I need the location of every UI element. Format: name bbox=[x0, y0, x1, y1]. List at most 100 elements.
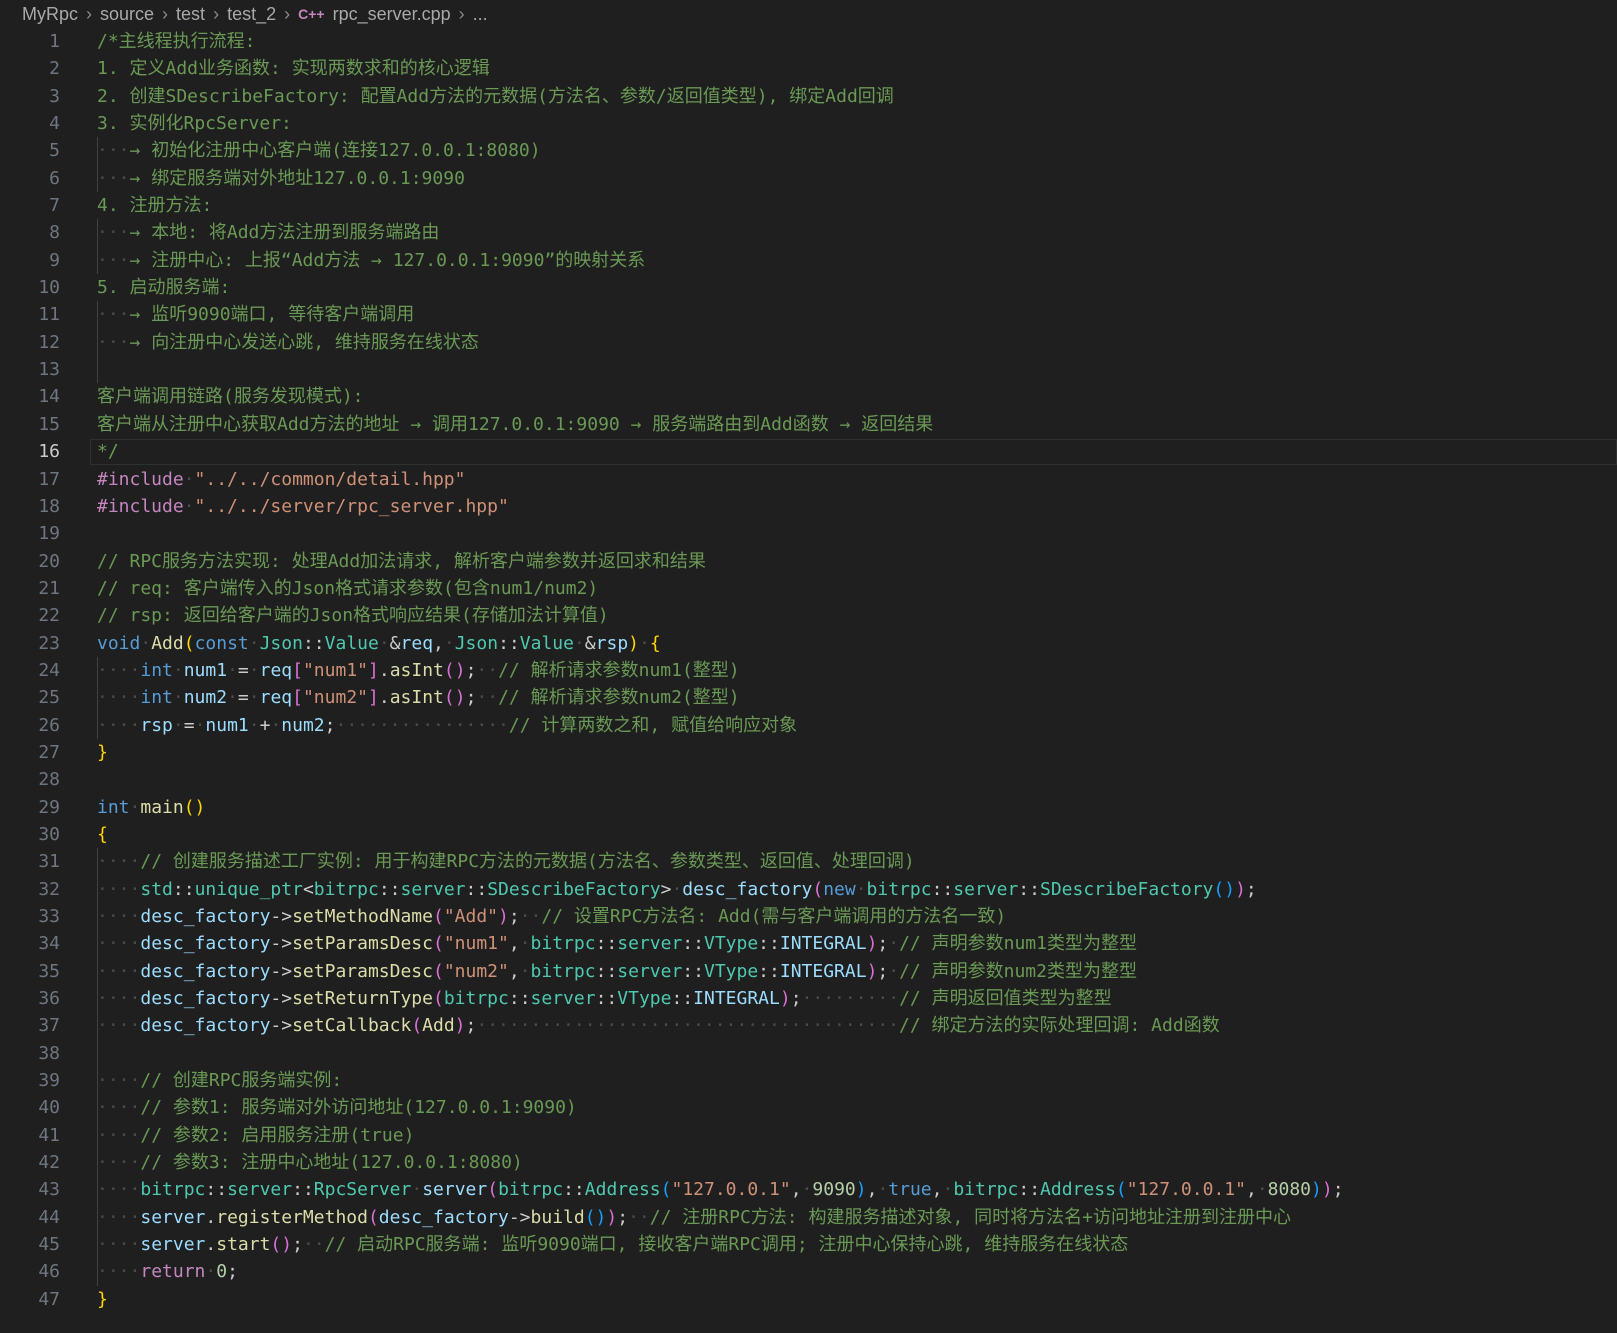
code-line[interactable]: 23 void·Add(const·Json::Value·&req,·Json:… bbox=[0, 630, 1617, 657]
line-number: 8 bbox=[49, 222, 60, 244]
code-line[interactable]: 18 #include·"../../server/rpc_server.hpp" bbox=[0, 493, 1617, 520]
identifier: req bbox=[259, 687, 293, 709]
code-line[interactable]: 6 ···→ 绑定服务端对外地址127.0.0.1:9090 bbox=[0, 164, 1617, 193]
whitespace-marker: · bbox=[639, 632, 650, 654]
code-line[interactable]: 12 ···→ 向注册中心发送心跳, 维持服务在线状态 bbox=[0, 328, 1617, 357]
code-line[interactable]: 33 ····desc_factory->setMethodName("Add")… bbox=[0, 903, 1617, 931]
code-line[interactable]: 2 1. 定义Add业务函数: 实现两数求和的核心逻辑 bbox=[0, 55, 1617, 82]
bracket: ( bbox=[487, 1179, 499, 1201]
comment: 5. 启动服务端: bbox=[97, 277, 231, 299]
code-line[interactable]: 46 ····return·0; bbox=[0, 1258, 1617, 1286]
line-number: 3 bbox=[49, 85, 60, 107]
punctuation: :: bbox=[595, 988, 618, 1010]
identifier: num1 bbox=[183, 659, 228, 681]
code-content: } bbox=[97, 739, 108, 766]
code-line[interactable]: 19 bbox=[0, 520, 1617, 547]
code-line[interactable]: 24 ····int·num1·=·req["num1"].asInt();··/… bbox=[0, 656, 1617, 685]
whitespace-marker: · bbox=[205, 1261, 217, 1283]
whitespace-marker: · bbox=[519, 960, 531, 982]
code-line[interactable]: 1 /*主线程执行流程: bbox=[0, 28, 1617, 55]
code-line[interactable]: 11 ···→ 监听9090端口, 等待客户端调用 bbox=[0, 301, 1617, 329]
code-line[interactable]: 32 ····std::unique_ptr<bitrpc::server::SD… bbox=[0, 875, 1617, 903]
code-line[interactable]: 22 // rsp: 返回给客户端的Json格式响应结果(存储加法计算值) bbox=[0, 602, 1617, 629]
code-line[interactable]: 16 */ bbox=[0, 438, 1617, 465]
whitespace-marker: · bbox=[248, 714, 260, 736]
string-literal: "127.0.0.1" bbox=[671, 1179, 791, 1201]
type-name: bitrpc bbox=[140, 1179, 206, 1201]
comment: // 创建服务描述工厂实例: 用于构建RPC方法的元数据(方法名、参数类型、返回… bbox=[140, 851, 915, 873]
code-line[interactable]: 21 // req: 客户端传入的Json格式请求参数(包含num1/num2) bbox=[0, 575, 1617, 602]
bracket: ( bbox=[432, 960, 444, 982]
identifier: INTEGRAL bbox=[779, 933, 867, 955]
code-line[interactable]: 45 ····server.start();··// 启动RPC服务端: 监听90… bbox=[0, 1231, 1617, 1259]
code-line[interactable]: 36 ····desc_factory->setReturnType(bitrpc… bbox=[0, 985, 1617, 1013]
bracket: ) bbox=[1321, 1179, 1333, 1201]
code-line[interactable]: 9 ···→ 注册中心: 上报“Add方法 → 127.0.0.1:9090”的映… bbox=[0, 246, 1617, 275]
comment: 客户端从注册中心获取Add方法的地址 → 调用127.0.0.1:9090 → … bbox=[97, 413, 934, 435]
bracket: ) bbox=[628, 632, 639, 654]
code-line[interactable]: 30 { bbox=[0, 821, 1617, 848]
punctuation: -> bbox=[270, 988, 293, 1010]
cpp-file-icon: C++ bbox=[298, 6, 325, 22]
type-name: bitrpc bbox=[530, 960, 596, 982]
code-line[interactable]: 44 ····server.registerMethod(desc_factory… bbox=[0, 1203, 1617, 1232]
breadcrumb-item-test[interactable]: test bbox=[176, 4, 205, 25]
code-line[interactable]: 27} bbox=[0, 739, 1617, 766]
breadcrumb-item-symbols[interactable]: ... bbox=[473, 4, 488, 25]
identifier: desc_factory bbox=[682, 878, 813, 900]
code-line[interactable]: 15 客户端从注册中心获取Add方法的地址 → 调用127.0.0.1:9090 … bbox=[0, 411, 1617, 438]
code-line[interactable]: 4 3. 实例化RpcServer: bbox=[0, 110, 1617, 137]
punctuation: -> bbox=[270, 933, 293, 955]
line-number: 41 bbox=[38, 1124, 60, 1146]
comment: /*主线程执行流程: bbox=[97, 31, 256, 52]
punctuation: :: bbox=[671, 988, 694, 1010]
code-line[interactable]: 5 ···→ 初始化注册中心客户端(连接127.0.0.1:8080) bbox=[0, 137, 1617, 165]
line-number: 42 bbox=[38, 1152, 60, 1174]
code-line[interactable]: 13 bbox=[0, 356, 1617, 384]
code-line[interactable]: 29 int·main() bbox=[0, 794, 1617, 821]
code-line[interactable]: 38 bbox=[0, 1039, 1617, 1068]
punctuation: ; bbox=[877, 933, 889, 955]
code-line[interactable]: 31 ····// 创建服务描述工厂实例: 用于构建RPC方法的元数据(方法名、参… bbox=[0, 848, 1617, 876]
identifier: desc_factory bbox=[140, 960, 271, 982]
punctuation: :: bbox=[758, 933, 780, 955]
code-content: ····desc_factory->setCallback(Add);·····… bbox=[97, 1012, 1220, 1039]
code-line[interactable]: 34 ····desc_factory->setParamsDesc("num1"… bbox=[0, 930, 1617, 958]
code-line[interactable]: 35 ····desc_factory->setParamsDesc("num2"… bbox=[0, 957, 1617, 986]
code-content: // req: 客户端传入的Json格式请求参数(包含num1/num2) bbox=[97, 575, 598, 602]
comment: // 参数2: 启用服务注册(true) bbox=[140, 1124, 415, 1146]
code-line[interactable]: 10 5. 启动服务端: bbox=[0, 274, 1617, 301]
punctuation: :: bbox=[931, 878, 954, 900]
whitespace-marker: · bbox=[172, 687, 184, 709]
code-content: void·Add(const·Json::Value·&req,·Json::V… bbox=[97, 630, 661, 657]
code-line[interactable]: 40 ····// 参数1: 服务端对外访问地址(127.0.0.1:9090) bbox=[0, 1094, 1617, 1122]
code-content: ····server.start();··// 启动RPC服务端: 监听9090… bbox=[97, 1231, 1128, 1258]
code-line[interactable]: 26 ····rsp·=·num1·+·num2;················… bbox=[0, 711, 1617, 739]
code-line[interactable]: 20 // RPC服务方法实现: 处理Add加法请求, 解析客户端参数并返回求和结… bbox=[0, 548, 1617, 575]
bracket: ] bbox=[368, 659, 379, 681]
breadcrumb-item-source[interactable]: source bbox=[100, 4, 154, 25]
code-line[interactable]: 14 客户端调用链路(服务发现模式): bbox=[0, 383, 1617, 410]
line-number: 39 bbox=[38, 1070, 60, 1092]
code-line[interactable]: 7 4. 注册方法: bbox=[0, 192, 1617, 219]
code-line[interactable]: 8 ···→ 本地: 将Add方法注册到服务端路由 bbox=[0, 219, 1617, 247]
code-line[interactable]: 25 ····int·num2·=·req["num2"].asInt();··/… bbox=[0, 684, 1617, 712]
code-line[interactable]: 39 ····// 创建RPC服务端实例: bbox=[0, 1067, 1617, 1095]
string-literal: "num1" bbox=[443, 933, 509, 955]
breadcrumb-item-project[interactable]: MyRpc bbox=[22, 4, 78, 25]
code-line[interactable]: 42 ····// 参数3: 注册中心地址(127.0.0.1:8080) bbox=[0, 1149, 1617, 1177]
code-line[interactable]: 47} bbox=[0, 1286, 1617, 1313]
breadcrumb-item-test-2[interactable]: test_2 bbox=[227, 4, 276, 25]
code-line[interactable]: 43 ····bitrpc::server::RpcServer·server(b… bbox=[0, 1176, 1617, 1204]
code-line[interactable]: 41 ····// 参数2: 启用服务注册(true) bbox=[0, 1121, 1617, 1150]
code-line[interactable]: 28 bbox=[0, 766, 1617, 793]
code-content: // rsp: 返回给客户端的Json格式响应结果(存储加法计算值) bbox=[97, 602, 609, 629]
code-line[interactable]: 3 2. 创建SDescribeFactory: 配置Add方法的元数据(方法名、… bbox=[0, 83, 1617, 110]
code-line[interactable]: 37 ····desc_factory->setCallback(Add);···… bbox=[0, 1012, 1617, 1040]
code-line[interactable]: 17 #include·"../../common/detail.hpp" bbox=[0, 466, 1617, 493]
code-content: ···→ 监听9090端口, 等待客户端调用 bbox=[97, 301, 414, 328]
code-editor[interactable]: 1/*主线程执行流程: 2 1. 定义Add业务函数: 实现两数求和的核心逻辑 3 2.… bbox=[0, 28, 1617, 1313]
breadcrumb-item-file[interactable]: rpc_server.cpp bbox=[333, 4, 451, 25]
line-number: 20 bbox=[38, 550, 60, 572]
type-name: Address bbox=[1040, 1179, 1116, 1201]
